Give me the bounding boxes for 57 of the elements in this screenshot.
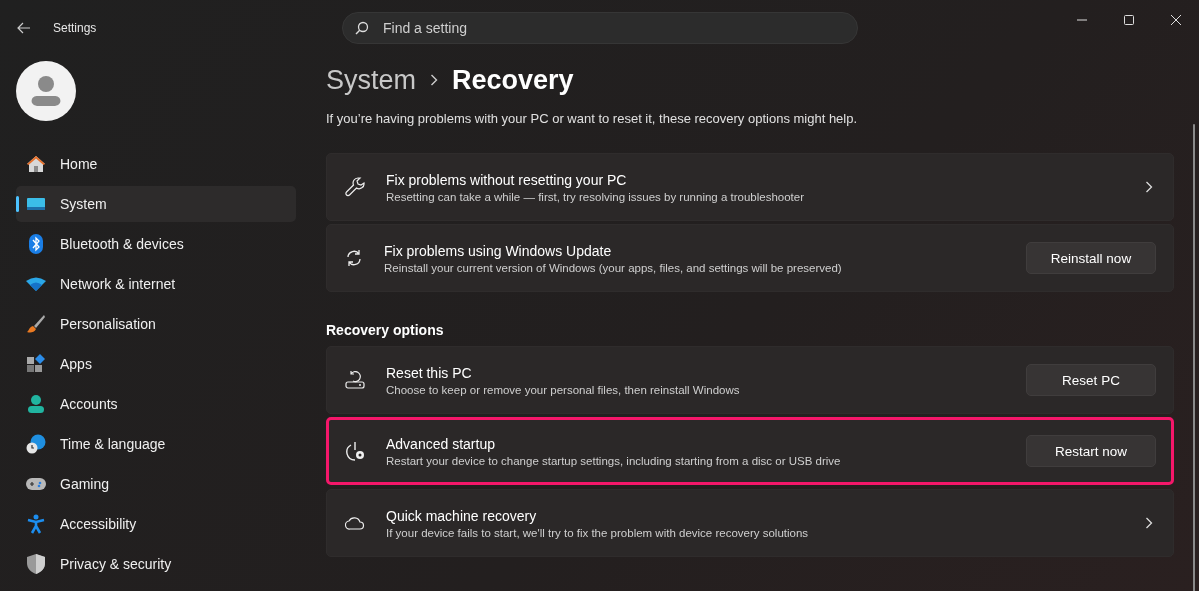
back-arrow-icon[interactable] bbox=[17, 22, 31, 34]
chevron-right-icon bbox=[1145, 181, 1153, 193]
card-title: Advanced startup bbox=[386, 435, 496, 452]
avatar-icon[interactable] bbox=[16, 61, 76, 121]
action-button[interactable]: Reset PC bbox=[1026, 364, 1156, 396]
section-heading: Recovery options bbox=[326, 322, 445, 338]
sidebar-item[interactable]: Bluetooth & devices bbox=[16, 226, 296, 262]
sidebar-item[interactable]: Home bbox=[16, 146, 296, 182]
chevron-right-icon bbox=[1145, 517, 1153, 529]
card-title: Fix problems using Windows Update bbox=[384, 242, 613, 259]
card-subtitle: Reinstall your current version of Windows (your apps, files, and settings will be preserved) bbox=[384, 261, 843, 274]
sidebar-item[interactable]: Network & internet bbox=[16, 266, 296, 302]
sync-icon bbox=[345, 249, 363, 267]
sidebar-item[interactable]: Personalisation bbox=[16, 306, 296, 342]
cloud-icon bbox=[345, 516, 365, 530]
close-icon[interactable] bbox=[1171, 15, 1181, 25]
settings-card[interactable]: Quick machine recovery If your device fails to start, we'll try to fix the problem with device recovery solutions bbox=[326, 489, 1174, 557]
monitor-icon bbox=[26, 196, 46, 212]
card-subtitle: Restart your device to change startup settings, including starting from a disc or USB drive bbox=[386, 454, 842, 467]
action-button[interactable]: Restart now bbox=[1026, 435, 1156, 467]
sidebar-item[interactable]: Accessibility bbox=[16, 506, 296, 542]
reset-drive-icon bbox=[345, 371, 365, 389]
bluetooth-icon bbox=[26, 234, 46, 254]
globe-clock-icon bbox=[26, 434, 46, 454]
apps-icon bbox=[26, 354, 46, 374]
chevron-icon bbox=[430, 74, 439, 86]
power-gear-icon bbox=[345, 441, 365, 461]
card-subtitle: Resetting can take a while — first, try resolving issues by running a troubleshooter bbox=[386, 190, 806, 203]
search-field[interactable]: Find a setting bbox=[342, 12, 858, 44]
window-title: Settings bbox=[53, 21, 97, 35]
card-title: Reset this PC bbox=[386, 364, 473, 381]
maximize-icon[interactable] bbox=[1124, 15, 1134, 25]
sidebar-item[interactable]: Time & language bbox=[16, 426, 296, 462]
wifi-icon bbox=[26, 277, 46, 291]
sidebar-item[interactable]: System bbox=[16, 186, 296, 222]
gamepad-icon bbox=[26, 477, 46, 491]
card-title: Fix problems without resetting your PC bbox=[386, 171, 628, 188]
paintbrush-icon bbox=[26, 314, 46, 334]
sidebar-item[interactable]: Accounts bbox=[16, 386, 296, 422]
wrench-icon bbox=[345, 177, 365, 197]
sidebar-item[interactable]: Privacy & security bbox=[16, 546, 296, 582]
house-icon bbox=[26, 154, 46, 174]
card-subtitle: If your device fails to start, we'll try to fix the problem with device recovery solutions bbox=[386, 526, 810, 539]
card-subtitle: Choose to keep or remove your personal files, then reinstall Windows bbox=[386, 383, 741, 396]
breadcrumb-parent[interactable]: System bbox=[326, 64, 417, 96]
person-icon bbox=[26, 394, 46, 414]
sidebar-item[interactable]: Apps bbox=[16, 346, 296, 382]
page-title: Recovery bbox=[452, 64, 574, 96]
search-icon bbox=[355, 21, 369, 35]
page-description: If you’re having problems with your PC or want to reset it, these recovery options might help. bbox=[326, 111, 859, 126]
action-button[interactable]: Reinstall now bbox=[1026, 242, 1156, 274]
sidebar-item[interactable]: Gaming bbox=[16, 466, 296, 502]
accessibility-icon bbox=[26, 514, 46, 534]
scrollbar-thumb[interactable] bbox=[1193, 124, 1195, 591]
settings-card[interactable]: Fix problems without resetting your PC Resetting can take a while — first, try resolving issues by running a troubleshooter bbox=[326, 153, 1174, 221]
shield-icon bbox=[26, 554, 46, 574]
card-title: Quick machine recovery bbox=[386, 507, 538, 524]
